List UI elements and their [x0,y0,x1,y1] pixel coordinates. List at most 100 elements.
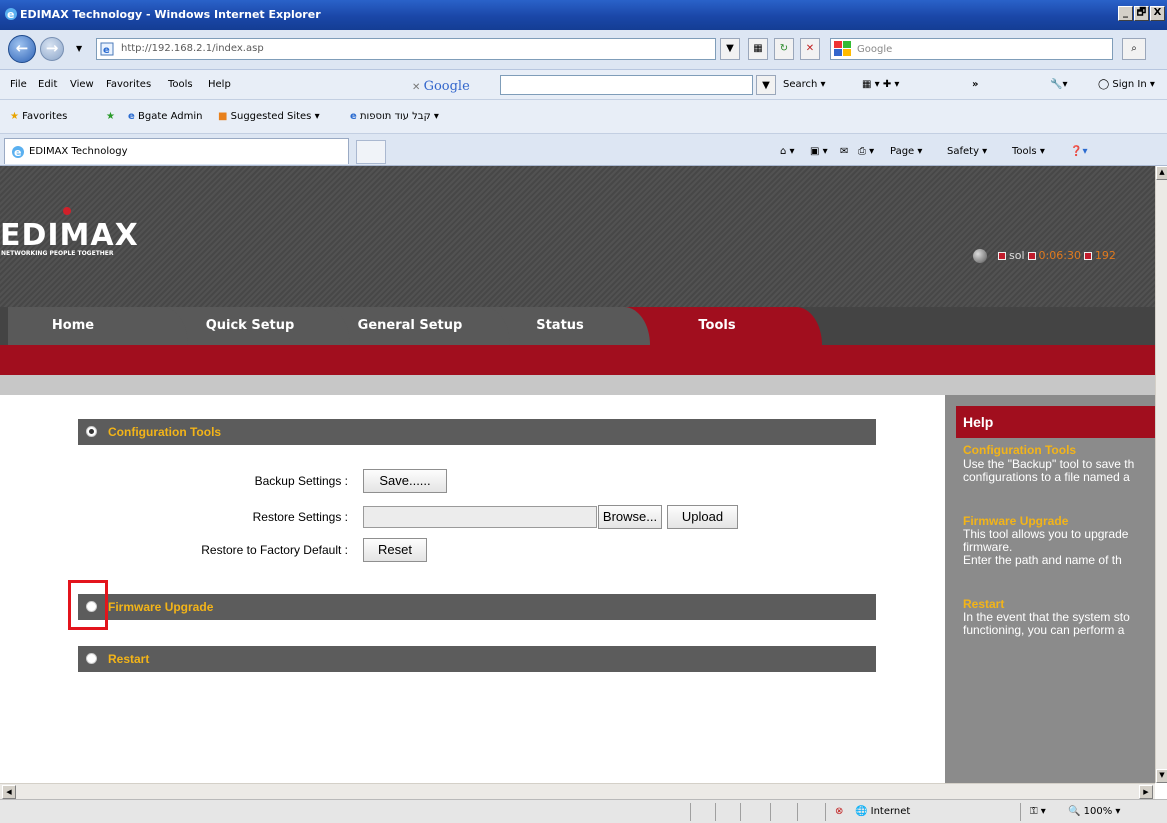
page-icon: e [100,42,114,56]
google-toolbar-input[interactable] [500,75,753,95]
home-icon[interactable]: ⌂ ▾ [780,146,795,157]
svg-text:e: e [7,8,14,21]
mail-icon[interactable]: ✉ [840,146,848,157]
scroll-left-arrow-icon[interactable]: ◀ [2,785,16,799]
status-cell [770,803,771,821]
header-time: 0:06:30 [1038,249,1081,262]
status-cell [740,803,741,821]
safety-menu-button[interactable]: Safety ▾ [947,146,987,157]
status-cell [715,803,716,821]
compatibility-view-icon[interactable]: ▦ [748,38,768,60]
help-restart-title: Restart [963,597,1005,611]
minimize-button[interactable]: _ [1118,6,1133,21]
vertical-scrollbar[interactable]: ▲ ▼ [1155,166,1167,783]
print-icon[interactable]: ⎙ ▾ [858,146,874,157]
section-firmware-upgrade[interactable]: Firmware Upgrade [78,594,876,620]
favorite-get-addons-label: קבל עוד תוספות [359,111,431,122]
menu-tools[interactable]: Tools [168,79,193,90]
scroll-right-arrow-icon[interactable]: ▶ [1139,785,1153,799]
tab-bar: e EDIMAX Technology ⌂ ▾ ▣ ▾ ✉ ⎙ ▾ Page ▾… [0,134,1167,166]
wrench-icon[interactable]: 🔧▾ [1050,79,1067,90]
refresh-icon[interactable]: ↻ [774,38,794,60]
toolbar-more-button[interactable]: » [972,79,978,90]
scroll-down-arrow-icon[interactable]: ▼ [1156,769,1167,783]
scroll-up-arrow-icon[interactable]: ▲ [1156,166,1167,180]
menu-help[interactable]: Help [208,79,231,90]
security-status-icon[interactable]: ⚿ ▾ [1030,806,1046,817]
svg-text:e: e [14,146,21,159]
search-input[interactable]: Google [830,38,1113,60]
square-icon-3 [1083,252,1092,260]
favorite-suggested-sites[interactable]: ■ Suggested Sites ▾ [218,111,320,122]
google-search-provider-icon [834,41,851,56]
protected-mode-icon[interactable]: ⊗ [835,806,843,817]
back-button[interactable]: ← [8,35,36,63]
browser-tab[interactable]: e EDIMAX Technology [4,138,349,164]
favorite-bgate-admin[interactable]: e Bgate Admin [128,111,202,122]
sign-in-button[interactable]: ◯ Sign In ▾ [1098,79,1155,90]
recent-pages-dropdown-icon[interactable]: ▼ [76,44,82,53]
status-cell [797,803,798,821]
browse-button[interactable]: Browse... [598,505,662,529]
page-viewport: EDIMAX NETWORKING PEOPLE TOGETHER sol 0:0… [0,166,1155,783]
toolbar-extra-icons[interactable]: ▦ ▾ ✚ ▾ [862,79,899,90]
edimax-logo: EDIMAX [0,218,139,253]
star-icon: ★ [10,111,19,122]
help-icon[interactable]: ❓▾ [1070,146,1087,157]
address-input[interactable]: e http://192.168.2.1/index.asp [96,38,716,60]
help-config-title: Configuration Tools [963,443,1077,457]
favorites-button[interactable]: ★ Favorites [10,111,67,122]
tools-menu-button[interactable]: Tools ▾ [1012,146,1045,157]
header-ip: 192 [1094,249,1116,262]
section-restart[interactable]: Restart [78,646,876,672]
menu-file[interactable]: File [10,79,27,90]
tools-menu-label: Tools [1012,146,1037,157]
search-placeholder: Google [857,44,893,55]
edimax-tagline: NETWORKING PEOPLE TOGETHER [1,250,114,257]
menu-edit[interactable]: Edit [38,79,57,90]
toolbar-search-button[interactable]: Search ▾ [783,79,826,90]
favorites-label: Favorites [22,111,68,122]
config-tools-radio[interactable] [86,426,97,437]
restart-radio[interactable] [86,653,97,664]
section-configuration-tools[interactable]: Configuration Tools [78,419,876,445]
nav-home[interactable]: Home [8,307,188,345]
config-tools-title: Configuration Tools [108,425,222,439]
help-restart-line-1: In the event that the system sto [963,611,1130,624]
restore-button[interactable]: 🗗 [1134,6,1149,21]
globe-zone-icon: 🌐 [855,806,868,817]
internet-zone[interactable]: 🌐 Internet [855,806,910,817]
favorite-get-addons[interactable]: e קבל עוד תוספות ▾ [350,111,439,122]
horizontal-scrollbar[interactable]: ◀ ▶ [0,783,1155,799]
ie-page-icon-2: e [350,111,357,122]
page-menu-button[interactable]: Page ▾ [890,146,922,157]
address-toolbar: ← → ▼ e http://192.168.2.1/index.asp ▼ ▦… [0,30,1167,70]
address-dropdown-button[interactable]: ▼ [720,38,740,60]
restart-title: Restart [108,652,150,666]
reset-button[interactable]: Reset [363,538,427,562]
square-icon [998,252,1006,260]
save-button[interactable]: Save...... [363,469,447,493]
header-status: sol 0:06:30 192 [973,249,1116,263]
search-button[interactable]: ⌕ [1122,38,1146,60]
restore-file-input[interactable] [363,506,597,528]
menu-view[interactable]: View [70,79,94,90]
address-url: http://192.168.2.1/index.asp [121,43,264,54]
favorite-bgate-admin-label: Bgate Admin [137,111,203,122]
firmware-upgrade-title: Firmware Upgrade [108,600,214,614]
browser-tab-title: EDIMAX Technology [29,146,128,157]
close-button[interactable]: X [1150,6,1165,21]
feeds-icon[interactable]: ▣ ▾ [810,146,828,157]
google-toolbar-label: ✕ Google [412,79,470,94]
window-titlebar: e EDIMAX Technology - Windows Internet E… [0,0,1167,30]
stop-icon[interactable]: ✕ [800,38,820,60]
forward-button[interactable]: → [40,37,64,61]
new-tab-button[interactable] [356,140,386,164]
upload-button[interactable]: Upload [667,505,738,529]
backup-settings-label: Backup Settings : [254,474,348,488]
help-firmware-line-1: This tool allows you to upgrade [963,528,1129,541]
google-toolbar-dropdown[interactable]: ▼ [756,75,776,95]
menu-favorites[interactable]: Favorites [106,79,151,90]
zoom-control[interactable]: 🔍 100% ▾ [1068,806,1120,817]
add-favorite-icon[interactable]: ★ [106,111,115,122]
